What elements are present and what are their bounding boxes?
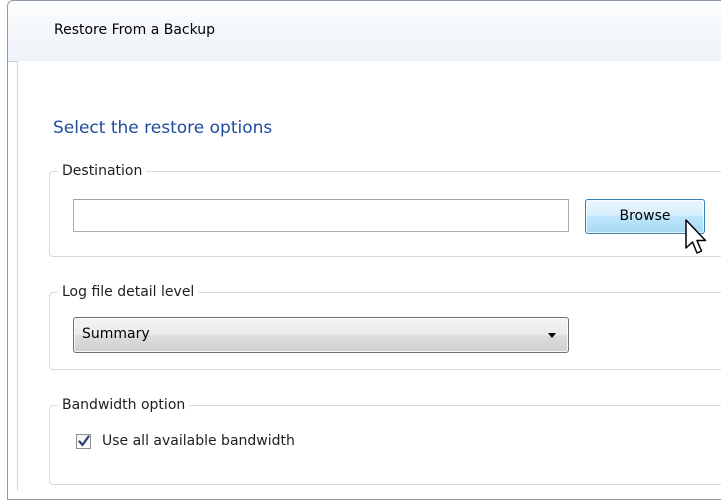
use-all-bandwidth-checkbox[interactable]: [76, 434, 91, 449]
log-level-dropdown[interactable]: Summary: [73, 317, 569, 353]
bandwidth-group-label: Bandwidth option: [58, 396, 189, 414]
page-heading: Select the restore options: [53, 118, 272, 138]
title-bar[interactable]: Restore From a Backup: [8, 1, 721, 62]
checkmark-icon: [78, 435, 90, 448]
destination-group-label: Destination: [58, 162, 146, 180]
destination-path-input[interactable]: [73, 199, 569, 232]
log-level-selected-value: Summary: [82, 326, 150, 342]
window-title: Restore From a Backup: [54, 22, 215, 38]
pointer-cursor-icon: [684, 218, 710, 258]
use-all-bandwidth-label[interactable]: Use all available bandwidth: [102, 433, 295, 449]
dropdown-arrow-icon: [548, 333, 556, 338]
log-level-group-label: Log file detail level: [58, 283, 198, 301]
